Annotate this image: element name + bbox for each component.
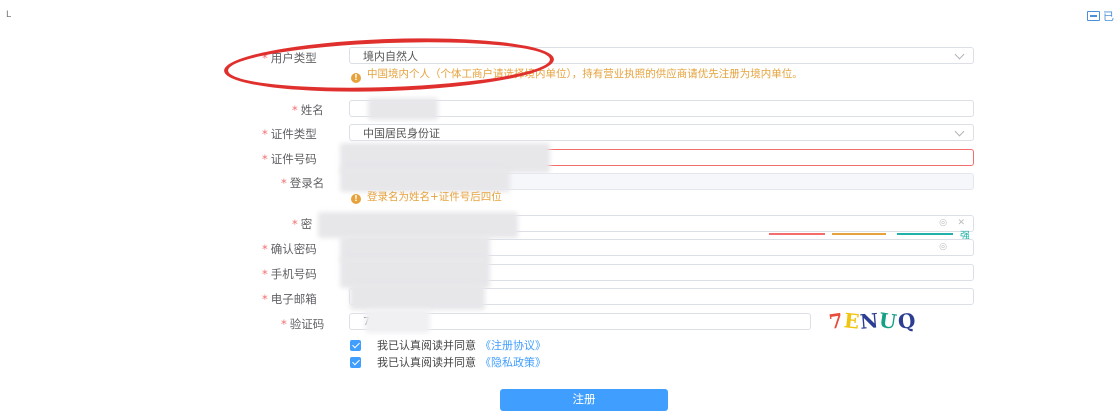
strength-bar-strong (897, 233, 953, 235)
id-type-value: 中国居民身份证 (363, 126, 440, 140)
id-type-label: * 证件类型 (262, 127, 317, 141)
warning-icon: ! (351, 73, 361, 83)
agreement-text: 我已认真阅读并同意 (377, 339, 476, 352)
user-type-label: * 用户类型 (262, 51, 317, 65)
chevron-down-icon (954, 49, 965, 60)
confirm-password-label: * 确认密码 (262, 242, 317, 256)
top-right-label: 已 (1103, 10, 1114, 23)
agreement-row[interactable]: 我已认真阅读并同意 《注册协议》 (350, 337, 546, 353)
agreement-row[interactable]: 我已认真阅读并同意 《隐私政策》 (350, 354, 546, 370)
redacted-area (368, 98, 438, 120)
user-type-select[interactable]: 境内自然人 (349, 47, 974, 64)
privacy-link[interactable]: 《隐私政策》 (480, 354, 546, 370)
login-name-hint: 登录名为姓名+证件号后四位 (367, 191, 502, 203)
top-right-link[interactable]: 已 (1087, 8, 1114, 24)
captcha-label: * 验证码 (281, 317, 325, 331)
email-label: * 电子邮箱 (262, 292, 317, 306)
id-type-select[interactable]: 中国居民身份证 (349, 124, 974, 141)
captcha-char: Q (897, 308, 918, 334)
top-left-text: L (6, 10, 12, 20)
terms-link[interactable]: 《注册协议》 (480, 337, 546, 353)
redacted-area (340, 168, 510, 192)
eye-icon[interactable]: ◎ (939, 242, 947, 252)
name-label: * 姓名 (292, 103, 324, 117)
password-label: * 密 (292, 217, 313, 231)
register-button[interactable]: 注册 (500, 389, 668, 411)
agreement-text: 我已认真阅读并同意 (377, 356, 476, 369)
eye-icon[interactable]: ◎ (939, 218, 947, 228)
redacted-area (350, 284, 485, 310)
strength-bar-medium (832, 233, 886, 235)
redacted-area (365, 309, 430, 333)
login-icon (1087, 11, 1100, 21)
name-input[interactable] (349, 100, 974, 117)
user-type-hint: 中国境内个人（个体工商户请选择境内单位），持有营业执照的供应商请优先注册为境内单… (367, 68, 803, 80)
checkbox-icon[interactable] (350, 356, 361, 368)
captcha-char: U (877, 307, 900, 335)
id-number-label: * 证件号码 (262, 152, 317, 166)
strength-bar-weak (769, 233, 825, 235)
chevron-down-icon (954, 126, 965, 137)
warning-icon: ! (351, 194, 361, 204)
phone-label: * 手机号码 (262, 267, 317, 281)
login-name-label: * 登录名 (281, 176, 325, 190)
checkbox-icon[interactable] (350, 339, 361, 351)
user-type-value: 境内自然人 (363, 49, 418, 63)
redacted-area (318, 212, 518, 238)
captcha-image[interactable]: 7ENUQ (827, 307, 918, 335)
